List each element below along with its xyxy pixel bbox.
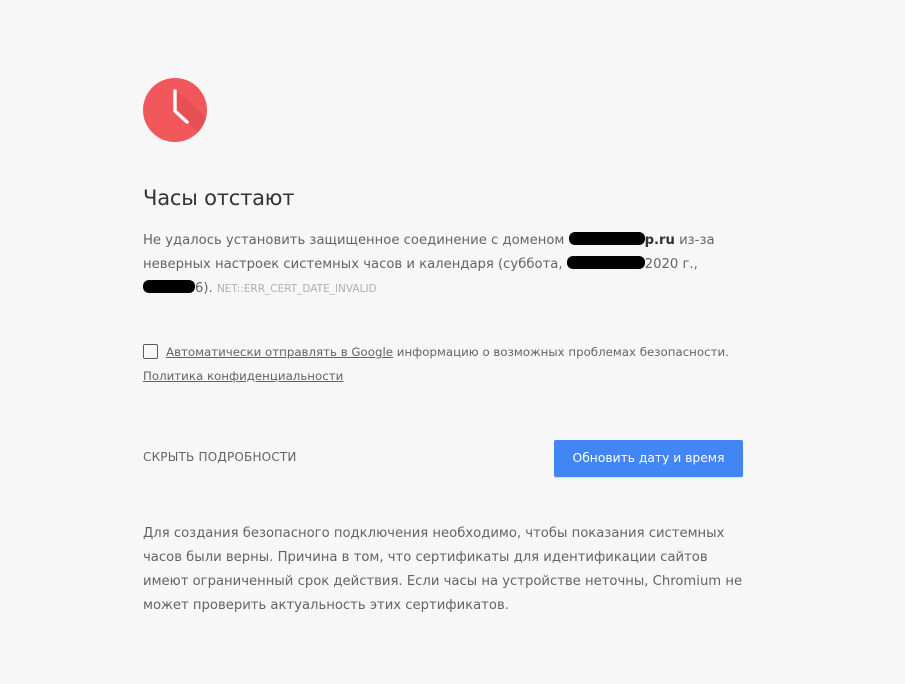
reporting-label: Автоматически отправлять в Google информ… xyxy=(166,340,729,364)
main-message-year: 2020 г., xyxy=(644,257,698,272)
domain-name: p.ru xyxy=(644,233,675,248)
main-message-time-suffix: 6). xyxy=(195,281,213,296)
redacted-domain xyxy=(568,232,645,245)
interstitial-container: Часы отстают Не удалось установить защищ… xyxy=(143,78,743,613)
details-text: Для создания безопасного подключения нео… xyxy=(143,526,743,613)
redacted-date xyxy=(566,256,645,269)
privacy-policy-link[interactable]: Политика конфиденциальности xyxy=(143,369,343,383)
reporting-text: информацию о возможных проблемах безопас… xyxy=(393,345,729,359)
main-message-prefix: Не удалось установить защищенное соедине… xyxy=(143,233,569,248)
redacted-time xyxy=(143,280,195,293)
page-title: Часы отстают xyxy=(143,186,295,210)
hide-details-button[interactable]: СКРЫТЬ ПОДРОБНОСТИ xyxy=(143,450,297,464)
error-code: NET::ERR_CERT_DATE_INVALID xyxy=(216,283,377,295)
reporting-checkbox[interactable] xyxy=(143,344,158,359)
auto-send-google-link[interactable]: Автоматически отправлять в Google xyxy=(166,345,393,359)
privacy-line: Политика конфиденциальности xyxy=(143,364,343,388)
update-date-time-button[interactable]: Обновить дату и время xyxy=(554,440,743,477)
main-message: Не удалось установить защищенное соедине… xyxy=(143,229,743,301)
clock-icon xyxy=(143,78,207,142)
